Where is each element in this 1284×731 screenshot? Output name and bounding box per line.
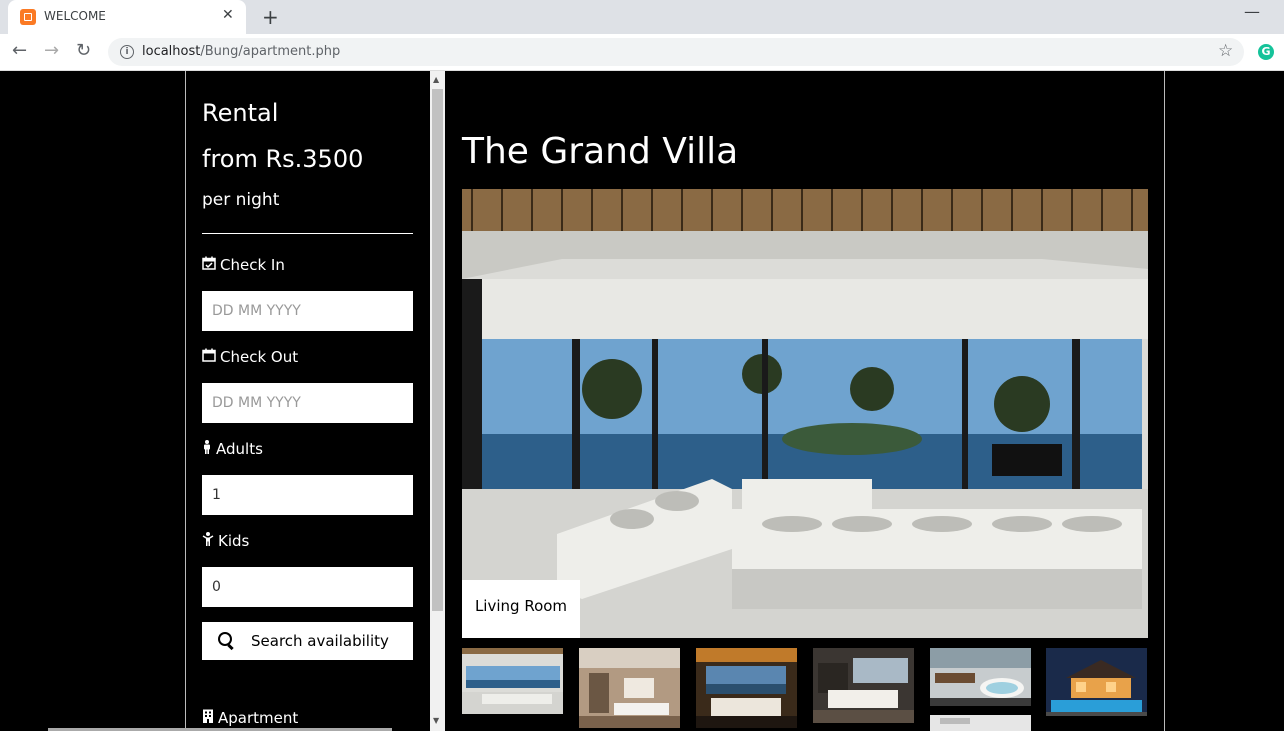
url-host: localhost bbox=[142, 44, 201, 59]
child-icon bbox=[202, 532, 214, 550]
new-tab-icon[interactable]: + bbox=[262, 5, 279, 29]
building-icon bbox=[202, 709, 214, 727]
grammarly-extension-icon[interactable]: G bbox=[1258, 44, 1274, 60]
page: Rental from Rs.3500 per night Check In C… bbox=[0, 71, 1284, 731]
apartment-label[interactable]: Apartment bbox=[202, 709, 298, 727]
bookmark-star-icon[interactable]: ☆ bbox=[1218, 41, 1233, 61]
browser-toolbar: ← → ↻ i localhost/Bung/apartment.php ☆ bbox=[0, 34, 1284, 71]
living-room-photo bbox=[462, 189, 1148, 638]
apartment-label-text: Apartment bbox=[218, 709, 299, 727]
thumbnail-bathroom[interactable] bbox=[930, 648, 1031, 706]
browser-tab[interactable]: WELCOME ✕ bbox=[8, 0, 246, 34]
address-bar[interactable]: i localhost/Bung/apartment.php ☆ bbox=[108, 38, 1244, 66]
thumbnail-bedroom-view[interactable] bbox=[696, 648, 797, 728]
thumbnail-extra[interactable] bbox=[930, 715, 1031, 731]
rental-title: Rental bbox=[202, 99, 279, 127]
forward-icon[interactable]: → bbox=[44, 40, 59, 61]
sidebar-scrollbar[interactable]: ▲ ▼ bbox=[430, 71, 445, 731]
male-person-icon bbox=[202, 440, 212, 458]
hero-image: Living Room bbox=[462, 189, 1148, 638]
scroll-down-icon[interactable]: ▼ bbox=[433, 716, 439, 725]
calendar-icon bbox=[202, 348, 216, 366]
url-path: /Bung/apartment.php bbox=[200, 44, 341, 59]
main-content: The Grand Villa Living Room bbox=[446, 71, 1165, 731]
url-text[interactable]: localhost/Bung/apartment.php bbox=[142, 44, 340, 59]
check-out-label: Check Out bbox=[202, 348, 298, 366]
calendar-check-icon bbox=[202, 256, 216, 274]
kids-label-text: Kids bbox=[218, 532, 250, 550]
thumbnail-living-room[interactable] bbox=[462, 648, 563, 714]
booking-sidebar: Rental from Rs.3500 per night Check In C… bbox=[185, 71, 431, 731]
adults-label: Adults bbox=[202, 440, 263, 458]
xampp-favicon-icon bbox=[20, 9, 36, 25]
minimize-icon[interactable]: — bbox=[1244, 2, 1260, 21]
thumbnail-kitchen-dining[interactable] bbox=[579, 648, 680, 728]
page-title: The Grand Villa bbox=[462, 131, 739, 172]
rental-unit: per night bbox=[202, 190, 280, 210]
site-info-icon[interactable]: i bbox=[120, 45, 134, 59]
reload-icon[interactable]: ↻ bbox=[76, 40, 91, 61]
scroll-up-icon[interactable]: ▲ bbox=[433, 75, 439, 84]
check-in-field[interactable] bbox=[202, 291, 413, 331]
rental-price: from Rs.3500 bbox=[202, 145, 364, 173]
check-out-label-text: Check Out bbox=[220, 348, 299, 366]
tab-title: WELCOME bbox=[44, 9, 106, 23]
back-icon[interactable]: ← bbox=[12, 40, 27, 61]
scroll-thumb[interactable] bbox=[432, 89, 443, 611]
tab-strip: WELCOME ✕ + — bbox=[0, 0, 1284, 34]
adults-field[interactable] bbox=[202, 475, 413, 515]
check-out-field[interactable] bbox=[202, 383, 413, 423]
adults-label-text: Adults bbox=[216, 440, 263, 458]
search-icon bbox=[218, 632, 232, 646]
check-in-label: Check In bbox=[202, 256, 285, 274]
kids-field[interactable] bbox=[202, 567, 413, 607]
search-availability-label: Search availability bbox=[251, 632, 389, 650]
thumbnail-bedroom[interactable] bbox=[813, 648, 914, 723]
search-availability-button[interactable]: Search availability bbox=[202, 622, 413, 660]
close-tab-icon[interactable]: ✕ bbox=[222, 7, 234, 23]
kids-label: Kids bbox=[202, 532, 249, 550]
image-caption: Living Room bbox=[462, 580, 580, 638]
divider bbox=[202, 233, 413, 234]
check-in-label-text: Check In bbox=[220, 256, 285, 274]
thumbnail-exterior-pool[interactable] bbox=[1046, 648, 1147, 716]
